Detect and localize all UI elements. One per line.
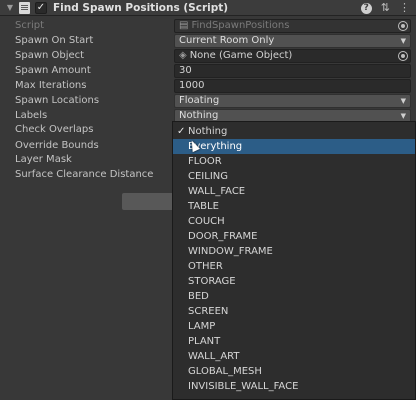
- labels-label: Labels: [15, 110, 48, 121]
- check-overlaps-label: Check Overlaps: [15, 124, 94, 135]
- dropdown-item-label: PLANT: [188, 336, 221, 347]
- dropdown-item-label: FLOOR: [188, 156, 222, 167]
- gameobject-icon: ◈: [179, 50, 187, 61]
- dropdown-item-wall-face[interactable]: WALL_FACE: [173, 184, 415, 199]
- dropdown-item-label: STORAGE: [188, 276, 236, 287]
- dropdown-item-bed[interactable]: BED: [173, 289, 415, 304]
- spawn-locations-label: Spawn Locations: [15, 95, 100, 106]
- dropdown-item-window-frame[interactable]: WINDOW_FRAME: [173, 244, 415, 259]
- context-menu-icon[interactable]: ⋮: [399, 1, 410, 14]
- spawn-amount-label: Spawn Amount: [15, 65, 91, 76]
- property-row-spawn-object: Spawn Object ◈ None (Game Object): [0, 49, 416, 64]
- dropdown-item-label: COUCH: [188, 216, 225, 227]
- dropdown-item-label: TABLE: [188, 201, 219, 212]
- max-iterations-label: Max Iterations: [15, 80, 87, 91]
- spawn-object-field[interactable]: ◈ None (Game Object): [174, 49, 411, 63]
- property-row-spawn-amount: Spawn Amount 30: [0, 64, 416, 79]
- property-row-max-iterations: Max Iterations 1000: [0, 79, 416, 94]
- layer-mask-label: Layer Mask: [15, 154, 72, 165]
- dropdown-item-label: GLOBAL_MESH: [188, 366, 262, 377]
- dropdown-item-other[interactable]: OTHER: [173, 259, 415, 274]
- chevron-down-icon[interactable]: ▼: [4, 3, 16, 12]
- object-picker-icon[interactable]: [398, 51, 408, 61]
- partially-hidden-button[interactable]: [122, 193, 174, 210]
- spawn-on-start-value: Current Room Only: [179, 35, 275, 46]
- checkmark-icon: ✓: [177, 126, 186, 137]
- dropdown-item-wall-art[interactable]: WALL_ART: [173, 349, 415, 364]
- help-icon[interactable]: ?: [360, 3, 372, 14]
- dropdown-item-plant[interactable]: PLANT: [173, 334, 415, 349]
- dropdown-item-label: LAMP: [188, 321, 216, 332]
- dropdown-item-label: CEILING: [188, 171, 228, 182]
- dropdown-item-invisible-wall-face[interactable]: INVISIBLE_WALL_FACE: [173, 379, 415, 394]
- spawn-locations-value: Floating: [179, 95, 220, 106]
- script-field: ▤ FindSpawnPositions: [174, 19, 411, 33]
- dropdown-item-label: Nothing: [188, 126, 228, 137]
- dropdown-item-ceiling[interactable]: CEILING: [173, 169, 415, 184]
- dropdown-item-screen[interactable]: SCREEN: [173, 304, 415, 319]
- triangle-down-icon: ▼: [400, 97, 406, 105]
- dropdown-item-label: INVISIBLE_WALL_FACE: [188, 381, 299, 392]
- spawn-locations-dropdown[interactable]: Floating ▼: [174, 94, 411, 108]
- dropdown-item-table[interactable]: TABLE: [173, 199, 415, 214]
- dropdown-item-label: BED: [188, 291, 209, 302]
- dropdown-item-floor[interactable]: FLOOR: [173, 154, 415, 169]
- surface-clearance-distance-label: Surface Clearance Distance: [15, 169, 154, 180]
- dropdown-item-label: DOOR_FRAME: [188, 231, 258, 242]
- dropdown-item-label: WALL_FACE: [188, 186, 246, 197]
- override-bounds-label: Override Bounds: [15, 140, 99, 151]
- labels-value: Nothing: [179, 110, 219, 121]
- script-label: Script: [15, 20, 45, 31]
- spawn-object-label: Spawn Object: [15, 50, 85, 61]
- property-row-script: Script ▤ FindSpawnPositions: [0, 19, 416, 34]
- spawn-object-value: None (Game Object): [189, 50, 293, 61]
- script-field-value: FindSpawnPositions: [191, 20, 290, 31]
- dropdown-item-everything[interactable]: Everything: [173, 139, 415, 154]
- component-title: Find Spawn Positions (Script): [53, 1, 229, 14]
- object-picker-icon: [398, 21, 408, 31]
- preset-icon[interactable]: ⇅: [381, 1, 390, 14]
- dropdown-item-storage[interactable]: STORAGE: [173, 274, 415, 289]
- spawn-amount-input[interactable]: 30: [174, 64, 411, 78]
- component-header[interactable]: ▼ ✓ Find Spawn Positions (Script) ? ⇅ ⋮: [0, 0, 416, 16]
- max-iterations-input[interactable]: 1000: [174, 79, 411, 93]
- script-icon: [19, 1, 30, 14]
- property-row-spawn-locations: Spawn Locations Floating ▼: [0, 94, 416, 109]
- header-icon-group: ? ⇅ ⋮: [360, 1, 410, 14]
- triangle-down-icon: ▼: [400, 37, 406, 45]
- dropdown-item-couch[interactable]: COUCH: [173, 214, 415, 229]
- dropdown-item-label: WALL_ART: [188, 351, 240, 362]
- dropdown-item-label: WINDOW_FRAME: [188, 246, 273, 257]
- labels-dropdown-menu: ✓ Nothing Everything FLOOR CEILING WALL_…: [172, 121, 416, 400]
- script-file-icon: ▤: [179, 20, 189, 31]
- component-enabled-checkbox[interactable]: ✓: [35, 1, 47, 14]
- spawn-on-start-dropdown[interactable]: Current Room Only ▼: [174, 34, 411, 48]
- dropdown-item-label: OTHER: [188, 261, 223, 272]
- dropdown-item-door-frame[interactable]: DOOR_FRAME: [173, 229, 415, 244]
- spawn-on-start-label: Spawn On Start: [15, 35, 94, 46]
- property-row-spawn-on-start: Spawn On Start Current Room Only ▼: [0, 34, 416, 49]
- dropdown-item-global-mesh[interactable]: GLOBAL_MESH: [173, 364, 415, 379]
- dropdown-item-label: SCREEN: [188, 306, 229, 317]
- dropdown-item-lamp[interactable]: LAMP: [173, 319, 415, 334]
- dropdown-item-nothing[interactable]: ✓ Nothing: [173, 124, 415, 139]
